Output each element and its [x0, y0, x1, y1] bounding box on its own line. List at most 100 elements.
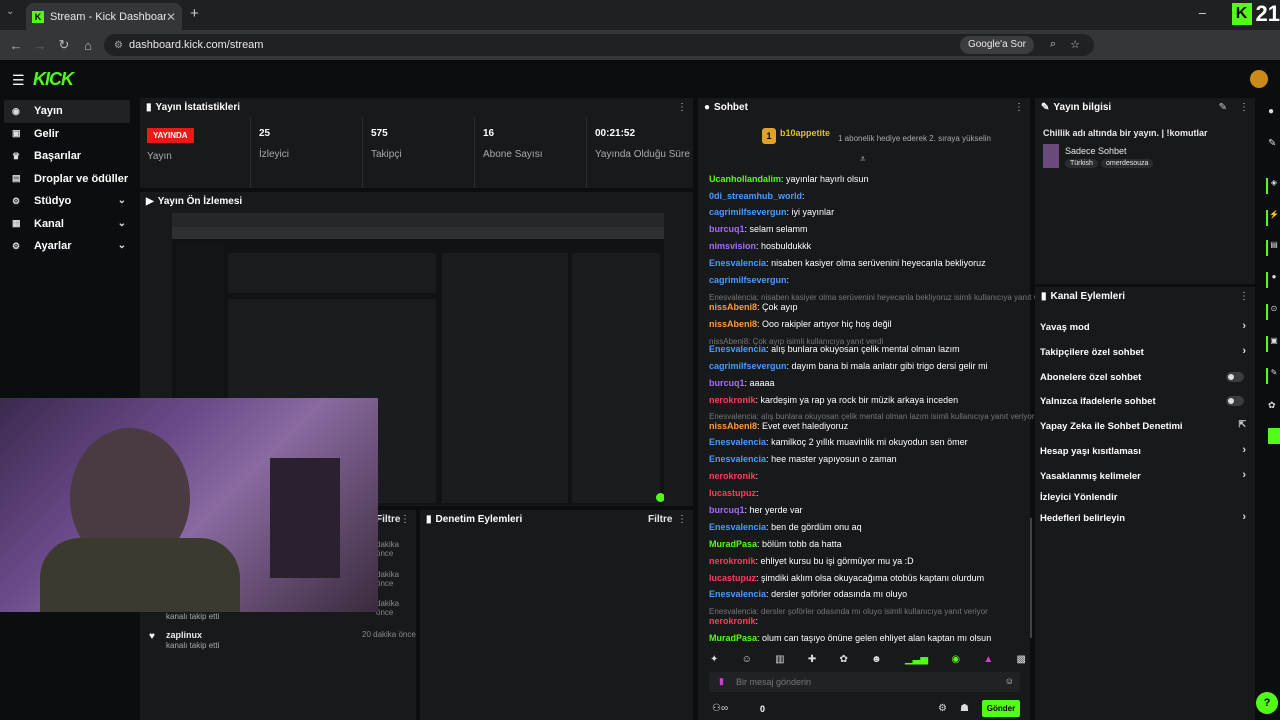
chat-input[interactable]: ▮ Bir mesaj gönderin ☺: [709, 672, 1020, 692]
emote-icon[interactable]: ✿: [840, 654, 848, 668]
more-options-icon[interactable]: ⋮: [400, 514, 410, 525]
chat-username[interactable]: nerokronik: [709, 616, 756, 626]
tab-search-icon[interactable]: ⌄: [6, 6, 14, 17]
toggle-switch[interactable]: [1226, 372, 1244, 382]
rail-widget-icon[interactable]: ▣: [1266, 336, 1280, 352]
edit-icon[interactable]: ✎: [1219, 102, 1227, 113]
chat-username[interactable]: Enesvalencia: [709, 454, 766, 464]
chat-username[interactable]: cagrimilfsevergun: [709, 361, 787, 371]
chat-username[interactable]: Enesvalencia: [709, 437, 766, 447]
rail-widget-icon[interactable]: ✎: [1266, 368, 1280, 384]
chat-username[interactable]: MuradPasa: [709, 633, 757, 643]
zoom-icon[interactable]: ⌕: [1050, 38, 1056, 51]
chat-settings-icon[interactable]: ⚙: [938, 703, 947, 714]
chat-username[interactable]: Enesvalencia: [709, 522, 766, 532]
emoji-icon[interactable]: ☺: [1005, 676, 1014, 686]
chat-username[interactable]: cagrimilfsevergun: [709, 275, 787, 285]
chat-username[interactable]: Enesvalencia: [709, 344, 766, 354]
chat-username[interactable]: cagrimilfsevergun: [709, 207, 787, 217]
rail-widget-icon[interactable]: ⊙: [1266, 304, 1280, 320]
emote-icon[interactable]: ▁▃▅: [905, 654, 928, 668]
filter-button[interactable]: Filtre: [376, 514, 400, 525]
channel-action-item[interactable]: Takipçilere özel sohbet ›: [1040, 345, 1250, 358]
emote-icon[interactable]: ▥: [775, 654, 784, 668]
address-bar[interactable]: ⚙ dashboard.kick.com/stream Google'a Sor…: [104, 34, 1094, 56]
chat-username[interactable]: nerokronik: [709, 395, 756, 405]
channel-action-item[interactable]: Hesap yaşı kısıtlaması ›: [1040, 444, 1250, 457]
chat-username[interactable]: lucastupuz: [709, 573, 756, 583]
sidebar-item-yayin[interactable]: ◉ Yayın: [4, 100, 130, 123]
tag[interactable]: omerdesouza: [1101, 159, 1154, 168]
close-tab-icon[interactable]: ✕: [166, 10, 176, 24]
sidebar-item-kanal[interactable]: ▦ Kanal ⌄: [0, 213, 134, 236]
rail-widget-icon[interactable]: ✿: [1268, 400, 1276, 411]
user-avatar[interactable]: [1250, 70, 1268, 88]
chat-mod-icon[interactable]: ☗: [960, 703, 969, 714]
follower-name[interactable]: zaplinux: [166, 630, 202, 640]
rail-widget-icon[interactable]: ◈: [1266, 178, 1280, 194]
more-options-icon[interactable]: ⋮: [677, 102, 687, 113]
browser-tab[interactable]: K Stream - Kick Dashboard ✕: [26, 3, 182, 30]
chevron-right-icon[interactable]: ›: [1242, 469, 1246, 481]
channel-action-item[interactable]: İzleyici Yönlendir: [1040, 492, 1250, 503]
chat-username[interactable]: nimsvision: [709, 241, 756, 251]
send-button[interactable]: Gönder: [982, 700, 1020, 717]
emote-icon[interactable]: ▩: [1016, 654, 1025, 668]
kick-logo[interactable]: KICK: [33, 69, 74, 90]
back-icon[interactable]: ←: [4, 38, 28, 53]
home-icon[interactable]: ⌂: [76, 38, 100, 53]
chat-users-icon[interactable]: ⚇∞: [712, 703, 728, 714]
emote-icon[interactable]: ☻: [871, 654, 882, 668]
channel-action-item[interactable]: Hedefleri belirleyin ›: [1040, 511, 1250, 524]
reload-icon[interactable]: ↻: [52, 37, 76, 53]
chat-username[interactable]: lucastupuz: [709, 488, 756, 498]
chat-username[interactable]: burcuq1: [709, 224, 745, 234]
chat-username[interactable]: nerokronik: [709, 471, 756, 481]
chevron-right-icon[interactable]: ›: [1242, 511, 1246, 523]
chat-username[interactable]: nerokronik: [709, 556, 756, 566]
chat-scrollbar[interactable]: [1030, 518, 1032, 638]
chat-username[interactable]: nissAbeni8: [709, 302, 757, 312]
rail-widget-icon[interactable]: ⚡: [1266, 210, 1280, 226]
filter-button[interactable]: Filtre: [648, 514, 672, 525]
pinned-user[interactable]: b10appetite: [780, 128, 830, 138]
channel-action-item[interactable]: Yavaş mod ›: [1040, 320, 1250, 333]
new-tab-icon[interactable]: +: [190, 5, 199, 22]
edit-icon[interactable]: ✎: [1268, 138, 1276, 149]
emote-icon[interactable]: ☺: [742, 654, 752, 668]
chat-username[interactable]: Enesvalencia: [709, 258, 766, 268]
more-options-icon[interactable]: ⋮: [677, 514, 687, 525]
mic-icon[interactable]: ▮: [719, 676, 724, 687]
more-options-icon[interactable]: ⋮: [1239, 291, 1249, 302]
chevron-right-icon[interactable]: ›: [1242, 320, 1246, 332]
chat-username[interactable]: MuradPasa: [709, 539, 757, 549]
chat-username[interactable]: nissAbeni8: [709, 421, 757, 431]
rail-widget-icon[interactable]: ▤: [1266, 240, 1280, 256]
sidebar-item-droplar[interactable]: ▤ Droplar ve ödüller: [0, 168, 134, 191]
sidebar-item-studyo[interactable]: ⚙ Stüdyo ⌄: [0, 190, 134, 213]
chat-username[interactable]: 0di_streamhub_world: [709, 191, 802, 201]
forward-icon[interactable]: →: [28, 38, 52, 53]
site-info-icon[interactable]: ⚙: [114, 40, 123, 51]
chevron-right-icon[interactable]: ›: [1242, 345, 1246, 357]
toggle-switch[interactable]: [1226, 396, 1244, 406]
emote-icon[interactable]: ▲: [983, 654, 993, 668]
more-options-icon[interactable]: ⋮: [1239, 102, 1249, 113]
chat-username[interactable]: burcuq1: [709, 505, 745, 515]
chat-username[interactable]: Enesvalencia: [709, 589, 766, 599]
sidebar-item-basarilar[interactable]: ♛ Başarılar: [0, 145, 134, 168]
chat-username[interactable]: Ucanhollandalim: [709, 174, 781, 184]
channel-action-item[interactable]: Yasaklanmış kelimeler ›: [1040, 469, 1250, 482]
window-controls[interactable]: –: [1199, 5, 1220, 20]
emote-icon[interactable]: ✚: [808, 654, 816, 668]
sidebar-item-ayarlar[interactable]: ⚙ Ayarlar ⌄: [0, 235, 134, 258]
info-icon[interactable]: ●: [1268, 106, 1274, 117]
channel-action-item[interactable]: Yalnızca ifadelerle sohbet: [1040, 396, 1250, 407]
chat-username[interactable]: burcuq1: [709, 378, 745, 388]
channel-action-item[interactable]: Yapay Zeka ile Sohbet Denetimi ⇱: [1040, 419, 1250, 432]
rail-widget-icon[interactable]: [1268, 428, 1280, 444]
chevron-right-icon[interactable]: ›: [1242, 444, 1246, 456]
rail-widget-icon[interactable]: ●: [1266, 272, 1280, 288]
sidebar-item-gelir[interactable]: ▣ Gelir: [0, 123, 134, 146]
channel-action-item[interactable]: Abonelere özel sohbet: [1040, 372, 1250, 383]
